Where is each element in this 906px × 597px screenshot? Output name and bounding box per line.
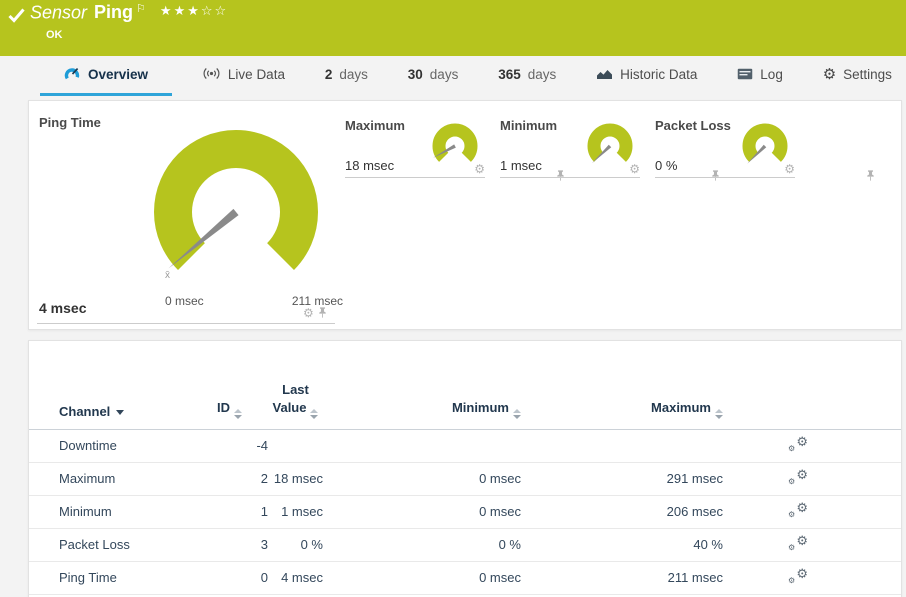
column-header-last-value[interactable]: Last Value bbox=[268, 341, 323, 429]
gauge-pin-icon[interactable] bbox=[318, 306, 327, 319]
sensor-tab-bar: Overview Live Data 2days 30days 365days Histo… bbox=[0, 56, 906, 96]
channel-settings-icon[interactable]: ⚙⚙ bbox=[788, 436, 808, 452]
historic-chart-icon bbox=[596, 67, 613, 82]
cell-last-value bbox=[268, 429, 323, 462]
column-header-minimum[interactable]: Minimum bbox=[323, 341, 521, 429]
cell-channel[interactable]: Ping Time bbox=[29, 561, 206, 594]
status-ok-check-icon bbox=[8, 8, 25, 23]
cell-channel[interactable]: Packet Loss bbox=[29, 528, 206, 561]
gauge-value: 18 msec bbox=[345, 158, 394, 173]
gauge-icon bbox=[64, 66, 81, 83]
channel-settings-icon[interactable]: ⚙⚙ bbox=[788, 568, 808, 584]
sensor-type-label: Sensor bbox=[30, 2, 87, 22]
cell-minimum bbox=[323, 429, 521, 462]
gauge-block-maximum: Maximum 18 msec ⚙ bbox=[345, 116, 485, 178]
priority-flag-icon[interactable]: ⚐ bbox=[136, 3, 146, 15]
sensor-status-header: Sensor Ping⚐ ★★★☆☆ OK bbox=[0, 0, 906, 56]
tab-365-days[interactable]: 365days bbox=[488, 56, 566, 96]
main-gauge-title: Ping Time bbox=[39, 115, 101, 130]
log-icon bbox=[737, 68, 753, 82]
gauges-panel: Ping Time x̄ 0 msec 211 msec 4 msec ⚙ Ma… bbox=[28, 100, 902, 330]
channel-settings-icon[interactable]: ⚙⚙ bbox=[788, 535, 808, 551]
column-header-channel[interactable]: Channel bbox=[29, 341, 206, 429]
channel-settings-icon[interactable]: ⚙⚙ bbox=[788, 469, 808, 485]
column-header-maximum[interactable]: Maximum bbox=[521, 341, 723, 429]
table-row: Ping Time04 msec0 msec211 msec ⚙⚙ bbox=[29, 561, 901, 594]
sort-desc-icon[interactable] bbox=[116, 410, 124, 415]
gauge-tools: ⚙ bbox=[629, 163, 640, 175]
gauge-settings-gear-icon[interactable]: ⚙ bbox=[784, 163, 795, 175]
ping-time-gauge bbox=[151, 127, 321, 287]
table-header-row: Channel ID Last Value Minimum Maximum bbox=[29, 341, 901, 429]
column-header-id[interactable]: ID bbox=[206, 341, 268, 429]
gauge-value: 1 msec bbox=[500, 158, 542, 173]
sensor-status-badge: OK bbox=[46, 29, 63, 41]
settings-gear-icon: ⚙ bbox=[823, 67, 836, 82]
priority-stars[interactable]: ★★★☆☆ bbox=[160, 3, 228, 18]
cell-last-value: 18 msec bbox=[268, 462, 323, 495]
cell-id: -4 bbox=[206, 429, 268, 462]
table-row: Minimum11 msec0 msec206 msec ⚙⚙ bbox=[29, 495, 901, 528]
cell-id: 2 bbox=[206, 462, 268, 495]
tab-live-data[interactable]: Live Data bbox=[192, 56, 295, 96]
gauge-title: Maximum bbox=[345, 118, 405, 133]
cell-maximum bbox=[521, 429, 723, 462]
gauge-settings-gear-icon[interactable]: ⚙ bbox=[474, 163, 485, 175]
channel-settings-icon[interactable]: ⚙⚙ bbox=[788, 502, 808, 518]
gauge-title: Minimum bbox=[500, 118, 557, 133]
cell-minimum: 0 % bbox=[323, 528, 521, 561]
cell-last-value: 4 msec bbox=[268, 561, 323, 594]
tab-2-days[interactable]: 2days bbox=[315, 56, 378, 96]
table-row: Downtime-4 ⚙⚙ bbox=[29, 429, 901, 462]
channel-table-panel: Channel ID Last Value Minimum Maximum Do… bbox=[28, 340, 902, 597]
cell-maximum: 206 msec bbox=[521, 495, 723, 528]
ping-time-value: 4 msec bbox=[39, 300, 86, 316]
cell-minimum: 0 msec bbox=[323, 495, 521, 528]
tab-30-days[interactable]: 30days bbox=[398, 56, 469, 96]
sort-toggle-icon[interactable] bbox=[513, 409, 521, 419]
cell-id: 0 bbox=[206, 561, 268, 594]
channel-table: Channel ID Last Value Minimum Maximum Do… bbox=[29, 341, 901, 595]
sensor-name: Ping bbox=[94, 2, 133, 22]
gauge-average-marker: x̄ bbox=[165, 270, 170, 281]
sort-toggle-icon[interactable] bbox=[234, 409, 242, 419]
tab-historic-data[interactable]: Historic Data bbox=[586, 56, 707, 96]
cell-maximum: 40 % bbox=[521, 528, 723, 561]
table-row: Packet Loss30 %0 %40 %⚙⚙ bbox=[29, 528, 901, 561]
gauge-scale-min-label: 0 msec bbox=[165, 294, 204, 308]
sort-toggle-icon[interactable] bbox=[310, 409, 318, 419]
gauge-pin-icon[interactable] bbox=[866, 169, 875, 182]
cell-channel[interactable]: Maximum bbox=[29, 462, 206, 495]
sort-toggle-icon[interactable] bbox=[715, 409, 723, 419]
gauge-title: Packet Loss bbox=[655, 118, 731, 133]
table-row: Maximum218 msec0 msec291 msec ⚙⚙ bbox=[29, 462, 901, 495]
cell-channel[interactable]: Downtime bbox=[29, 429, 206, 462]
cell-minimum: 0 msec bbox=[323, 561, 521, 594]
gauge-settings-gear-icon[interactable]: ⚙ bbox=[303, 307, 314, 319]
gauge-tools: ⚙ bbox=[474, 163, 485, 175]
gauge-tools: ⚙ bbox=[303, 306, 327, 319]
gauge-scale-max-label: 211 msec bbox=[257, 294, 343, 308]
gauge-block-minimum: Minimum 1 msec ⚙ bbox=[500, 116, 640, 178]
gauge-block-packet-loss: Packet Loss 0 % ⚙ bbox=[655, 116, 795, 178]
cell-id: 3 bbox=[206, 528, 268, 561]
tab-settings[interactable]: ⚙Settings bbox=[813, 56, 902, 96]
gauge-settings-gear-icon[interactable]: ⚙ bbox=[629, 163, 640, 175]
cell-last-value: 1 msec bbox=[268, 495, 323, 528]
cell-minimum: 0 msec bbox=[323, 462, 521, 495]
cell-maximum: 211 msec bbox=[521, 561, 723, 594]
cell-id: 1 bbox=[206, 495, 268, 528]
cell-channel[interactable]: Minimum bbox=[29, 495, 206, 528]
gauge-divider bbox=[37, 323, 335, 324]
gauge-value: 0 % bbox=[655, 158, 677, 173]
cell-last-value: 0 % bbox=[268, 528, 323, 561]
cell-maximum: 291 msec bbox=[521, 462, 723, 495]
tab-log[interactable]: Log bbox=[727, 56, 793, 96]
live-icon bbox=[202, 67, 221, 82]
gauge-tools: ⚙ bbox=[784, 163, 795, 175]
tab-overview[interactable]: Overview bbox=[40, 56, 172, 96]
